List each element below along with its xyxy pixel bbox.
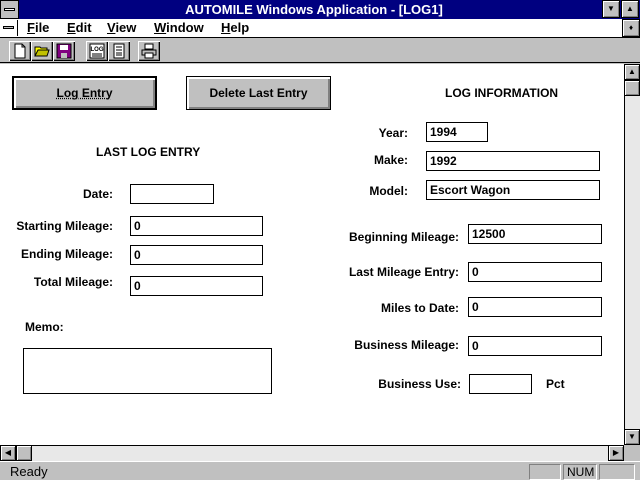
last-mileage-entry-label: Last Mileage Entry: (348, 265, 459, 279)
year-label: Year: (378, 126, 408, 140)
make-field[interactable]: 1992 (426, 151, 600, 171)
open-folder-icon (34, 46, 50, 57)
year-field[interactable]: 1994 (426, 122, 488, 142)
business-use-field[interactable] (469, 374, 532, 394)
last-log-entry-heading: LAST LOG ENTRY (96, 145, 201, 159)
delete-last-entry-button[interactable]: Delete Last Entry (186, 76, 331, 110)
date-field[interactable] (130, 184, 214, 204)
maximize-button[interactable]: ▲ (621, 0, 639, 18)
document-system-menu-icon (3, 26, 14, 29)
menu-file[interactable]: File (27, 20, 49, 35)
system-menu-box[interactable] (0, 0, 19, 19)
print-button[interactable] (138, 41, 160, 61)
date-label: Date: (82, 187, 113, 201)
business-mileage-field[interactable]: 0 (468, 336, 602, 356)
menu-window[interactable]: Window (154, 20, 204, 35)
model-label: Model: (369, 184, 408, 198)
vertical-scroll-thumb[interactable] (624, 80, 640, 96)
memo-field[interactable] (23, 348, 272, 394)
business-use-label: Business Use: (378, 377, 461, 391)
menu-view[interactable]: View (107, 20, 136, 35)
menu-help[interactable]: Help (221, 20, 249, 35)
ending-mileage-label: Ending Mileage: (20, 247, 113, 261)
menu-bar: File Edit View Window Help ♦ (0, 19, 640, 38)
log-icon: LOG (89, 43, 105, 59)
scroll-down-button[interactable]: ▼ (624, 429, 640, 445)
window-title: AUTOMILE Windows Application - [LOG1] (185, 2, 443, 17)
model-field[interactable]: Escort Wagon (426, 180, 600, 200)
system-menu-icon (4, 8, 15, 11)
status-bar: Ready NUM (0, 461, 640, 480)
beginning-mileage-field[interactable]: 12500 (468, 224, 602, 244)
ending-mileage-field[interactable]: 0 (130, 245, 263, 265)
document-restore-button[interactable]: ♦ (622, 19, 640, 37)
business-use-unit: Pct (546, 377, 565, 391)
total-mileage-field[interactable]: 0 (130, 276, 263, 296)
business-mileage-label: Business Mileage: (354, 338, 459, 352)
memo-label: Memo: (25, 320, 64, 334)
last-mileage-entry-field[interactable]: 0 (468, 262, 602, 282)
print-icon (141, 43, 157, 59)
minimize-button[interactable]: ▼ (602, 0, 620, 18)
new-button[interactable] (9, 41, 31, 61)
report-icon (113, 43, 125, 59)
scroll-right-button[interactable]: ▶ (608, 445, 624, 461)
svg-text:LOG: LOG (91, 47, 104, 53)
status-text: Ready (10, 464, 48, 479)
document-system-menu-box[interactable] (0, 20, 18, 36)
miles-to-date-field[interactable]: 0 (468, 297, 602, 317)
make-label: Make: (373, 153, 408, 167)
num-indicator-panel: NUM (563, 464, 597, 480)
save-button[interactable] (53, 41, 75, 61)
scroll-up-button[interactable]: ▲ (624, 64, 640, 80)
scroll-left-button[interactable]: ◀ (0, 445, 16, 461)
horizontal-scrollbar[interactable]: ◀ ▶ (0, 445, 624, 461)
toolbar: LOG (0, 39, 640, 63)
new-document-icon (14, 43, 26, 59)
scroll-indicator-panel (599, 464, 635, 480)
beginning-mileage-label: Beginning Mileage: (348, 230, 459, 244)
total-mileage-label: Total Mileage: (33, 275, 113, 289)
log-entry-button[interactable]: Log Entry (12, 76, 157, 110)
menu-edit[interactable]: Edit (67, 20, 92, 35)
starting-mileage-label: Starting Mileage: (16, 219, 113, 233)
log-button[interactable]: LOG (86, 41, 108, 61)
log-information-heading: LOG INFORMATION (445, 86, 559, 100)
caps-indicator-panel (529, 464, 561, 480)
horizontal-scroll-thumb[interactable] (16, 445, 32, 461)
report-button[interactable] (108, 41, 130, 61)
scrollbar-corner (624, 445, 640, 461)
title-bar[interactable]: AUTOMILE Windows Application - [LOG1] ▼ … (0, 0, 640, 19)
miles-to-date-label: Miles to Date: (380, 301, 459, 315)
starting-mileage-field[interactable]: 0 (130, 216, 263, 236)
log-form: Log Entry Delete Last Entry LAST LOG ENT… (0, 64, 624, 445)
open-button[interactable] (31, 41, 53, 61)
vertical-scrollbar[interactable]: ▲ ▼ (624, 64, 640, 445)
save-disk-icon (56, 43, 72, 59)
